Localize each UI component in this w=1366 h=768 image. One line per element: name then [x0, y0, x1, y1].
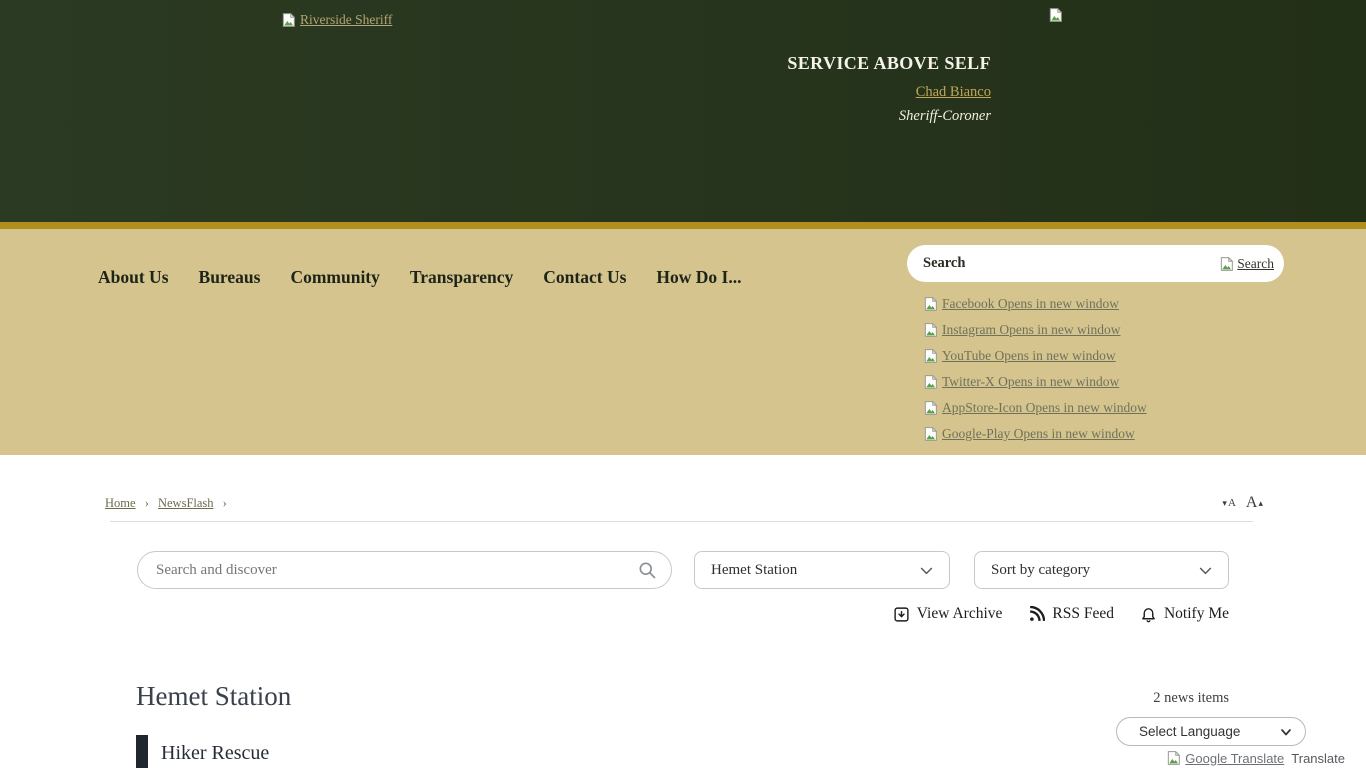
news-count: 2 news items	[1153, 690, 1229, 707]
header-search-button[interactable]: Search	[1219, 256, 1274, 272]
header-text-block: SERVICE ABOVE SELF Chad Bianco Sheriff-C…	[787, 53, 991, 125]
site-logo-link[interactable]: Riverside Sheriff	[281, 12, 392, 28]
nav-section: About Us Bureaus Community Transparency …	[0, 229, 1366, 455]
bell-icon	[1140, 606, 1157, 623]
social-link-label: Facebook Opens in new window	[942, 296, 1119, 312]
language-select-value: Select Language	[1139, 724, 1240, 739]
social-link-google-play[interactable]: Google-Play Opens in new window	[923, 421, 1147, 447]
social-link-label: Twitter-X Opens in new window	[942, 374, 1119, 390]
google-translate-alt-text: Google Translate	[1185, 751, 1284, 766]
header-search: Search	[907, 245, 1284, 282]
sheriff-title-text: Sheriff-Coroner	[787, 108, 991, 125]
sort-dropdown[interactable]: Sort by category	[974, 551, 1229, 589]
breadcrumb-newsflash[interactable]: NewsFlash	[158, 496, 214, 510]
broken-image-icon	[923, 296, 939, 312]
broken-image-icon	[1166, 750, 1182, 766]
social-link-youtube[interactable]: YouTube Opens in new window	[923, 343, 1147, 369]
archive-icon	[893, 606, 910, 623]
breadcrumb-separator: ›	[145, 496, 149, 510]
google-translate-attribution[interactable]: Google Translate Translate	[1166, 750, 1345, 766]
gold-divider	[0, 222, 1366, 229]
news-search-input[interactable]	[156, 562, 637, 579]
nav-contact-us[interactable]: Contact Us	[543, 267, 626, 288]
divider-line	[110, 521, 1253, 522]
nav-about-us[interactable]: About Us	[98, 267, 169, 288]
chevron-down-icon	[918, 562, 935, 579]
broken-image-icon	[923, 426, 939, 442]
social-link-label: YouTube Opens in new window	[942, 348, 1116, 364]
news-item: Hiker Rescue	[136, 735, 269, 768]
motto-text: SERVICE ABOVE SELF	[787, 53, 991, 74]
news-item-title[interactable]: Hiker Rescue	[161, 735, 269, 768]
page-title: Hemet Station	[136, 681, 291, 712]
breadcrumb-home[interactable]: Home	[105, 496, 136, 510]
nav-transparency[interactable]: Transparency	[410, 267, 513, 288]
triangle-up-icon: ▴	[1258, 499, 1263, 508]
search-icon[interactable]	[637, 560, 657, 580]
sort-dropdown-value: Sort by category	[991, 562, 1090, 579]
social-link-label: Instagram Opens in new window	[942, 322, 1120, 338]
main-content: Home › NewsFlash › ▾ A A ▴	[0, 455, 1366, 768]
social-link-twitter-x[interactable]: Twitter-X Opens in new window	[923, 369, 1147, 395]
translate-label: Translate	[1291, 751, 1345, 766]
nav-how-do-i[interactable]: How Do I...	[656, 267, 741, 288]
increase-font-button[interactable]: A ▴	[1246, 495, 1263, 511]
breadcrumb: Home › NewsFlash ›	[105, 496, 233, 511]
decrease-font-label: A	[1228, 498, 1236, 509]
view-archive-link[interactable]: View Archive	[893, 605, 1003, 623]
social-links: Facebook Opens in new window Instagram O…	[923, 291, 1147, 447]
decrease-font-button[interactable]: ▾ A	[1222, 498, 1235, 509]
social-link-facebook[interactable]: Facebook Opens in new window	[923, 291, 1147, 317]
notify-me-label: Notify Me	[1164, 605, 1229, 623]
social-link-label: Google-Play Opens in new window	[942, 426, 1135, 442]
chevron-down-icon	[1280, 726, 1292, 738]
broken-image-icon	[1048, 7, 1064, 23]
header-search-input[interactable]	[923, 255, 1219, 272]
news-search	[137, 551, 672, 589]
notify-me-link[interactable]: Notify Me	[1140, 605, 1229, 623]
breadcrumb-separator: ›	[223, 496, 227, 510]
broken-image-icon	[923, 348, 939, 364]
page: Riverside Sheriff SERVICE ABOVE SELF Cha…	[0, 0, 1366, 768]
rss-feed-label: RSS Feed	[1052, 605, 1114, 623]
news-actions: View Archive RSS Feed	[893, 605, 1229, 623]
chevron-down-icon	[1197, 562, 1214, 579]
broken-image-icon	[1219, 256, 1235, 272]
broken-image-icon	[923, 400, 939, 416]
social-link-appstore[interactable]: AppStore-Icon Opens in new window	[923, 395, 1147, 421]
sheriff-name-link[interactable]: Chad Bianco	[916, 84, 991, 101]
rss-icon	[1028, 606, 1045, 623]
category-dropdown[interactable]: Hemet Station	[694, 551, 950, 589]
broken-image-icon	[281, 12, 297, 28]
site-logo-alt-text: Riverside Sheriff	[300, 12, 392, 28]
triangle-down-icon: ▾	[1222, 499, 1227, 508]
nav-bureaus[interactable]: Bureaus	[199, 267, 261, 288]
view-archive-label: View Archive	[917, 605, 1003, 623]
social-link-instagram[interactable]: Instagram Opens in new window	[923, 317, 1147, 343]
nav-community[interactable]: Community	[290, 267, 379, 288]
social-link-label: AppStore-Icon Opens in new window	[942, 400, 1147, 416]
language-select[interactable]: Select Language	[1116, 717, 1306, 746]
main-nav: About Us Bureaus Community Transparency …	[98, 267, 741, 288]
increase-font-label: A	[1246, 495, 1258, 511]
rss-feed-link[interactable]: RSS Feed	[1028, 605, 1114, 623]
category-dropdown-value: Hemet Station	[711, 562, 797, 579]
site-header: Riverside Sheriff SERVICE ABOVE SELF Cha…	[0, 0, 1366, 222]
header-search-button-label: Search	[1237, 256, 1274, 272]
news-item-marker	[136, 735, 148, 768]
font-size-controls: ▾ A A ▴	[1222, 495, 1263, 511]
broken-image-icon	[923, 322, 939, 338]
broken-image-icon	[923, 374, 939, 390]
